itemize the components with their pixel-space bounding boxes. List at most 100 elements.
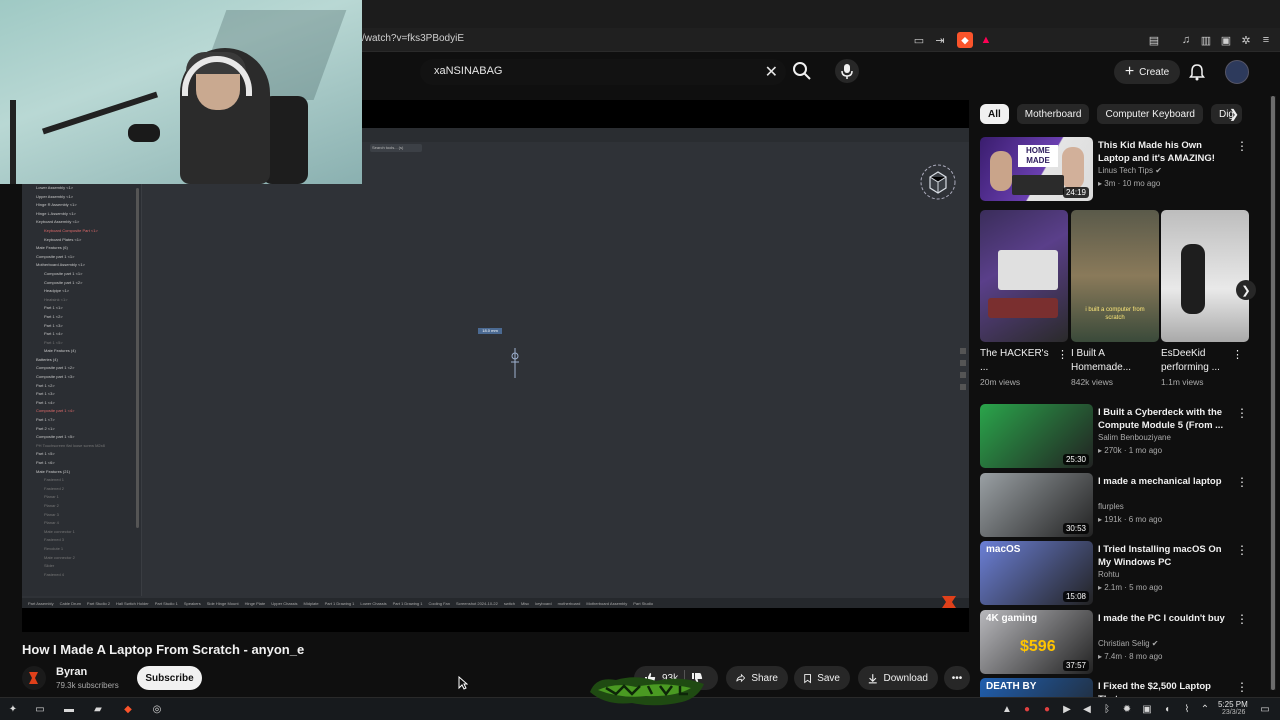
- download-button[interactable]: Download: [858, 666, 938, 690]
- video-title: How I Made A Laptop From Scratch - anyon…: [22, 642, 305, 657]
- webcam-overlay: [0, 0, 362, 184]
- sidebar-icon[interactable]: ▥: [1198, 32, 1214, 48]
- clear-search-icon[interactable]: ✕: [765, 62, 778, 82]
- media-play-icon[interactable]: ▶: [1060, 702, 1074, 716]
- short-menu-kebab-icon[interactable]: ⋮: [1057, 348, 1068, 361]
- video-menu-kebab-icon[interactable]: ⋮: [1236, 612, 1248, 626]
- channel-avatar[interactable]: [22, 666, 46, 690]
- thumbnail-caption: HOME MADE: [1018, 145, 1058, 167]
- cad-tree-row: Fastened 4: [44, 571, 65, 577]
- short-thumbnail[interactable]: [980, 210, 1068, 342]
- video-menu-kebab-icon[interactable]: ⋮: [1236, 680, 1248, 694]
- video-thumbnail[interactable]: 4K gaming $596 37:57: [980, 610, 1093, 674]
- short-item[interactable]: EsDeeKid performing ... 1.1m views ⋮: [1161, 210, 1249, 387]
- create-button[interactable]: + Create: [1114, 60, 1180, 84]
- tray-icon[interactable]: ▲: [1000, 702, 1014, 716]
- reader-mode-icon[interactable]: ▤: [1146, 32, 1162, 48]
- video-menu-kebab-icon[interactable]: ⋮: [1236, 139, 1248, 153]
- network-icon[interactable]: ⌇: [1180, 702, 1194, 716]
- video-title[interactable]: I Built a Cyberdeck with the Compute Mod…: [1098, 406, 1226, 432]
- obs-icon[interactable]: ◎: [150, 702, 164, 716]
- video-thumbnail[interactable]: 25:30: [980, 404, 1093, 468]
- thumbnail-laptop: [1012, 175, 1064, 195]
- video-thumbnail[interactable]: macOS 15:08: [980, 541, 1093, 605]
- filter-chip[interactable]: Motherboard: [1016, 104, 1090, 124]
- more-actions-button[interactable]: •••: [944, 666, 970, 690]
- video-channel: Linus Tech Tips ✔: [1098, 166, 1162, 175]
- media-icon[interactable]: ♫: [1178, 32, 1194, 48]
- recommended-video[interactable]: macOS 15:08 I Tried Installing macOS On My…: [980, 541, 1248, 605]
- video-title[interactable]: This Kid Made his Own Laptop and it's AM…: [1098, 139, 1226, 165]
- cad-document-tab: switch: [503, 600, 515, 606]
- search-input[interactable]: xaNSINABAG: [434, 65, 502, 77]
- tray-status-icon[interactable]: ●: [1040, 702, 1054, 716]
- video-menu-kebab-icon[interactable]: ⋮: [1236, 406, 1248, 420]
- tray-expand-chevron-icon[interactable]: ⌃: [1198, 702, 1212, 716]
- terminal-icon[interactable]: ▬: [62, 702, 76, 716]
- filter-chip[interactable]: Computer Keyboard: [1097, 104, 1203, 124]
- clipboard-icon[interactable]: ▣: [1140, 702, 1154, 716]
- short-item[interactable]: The HACKER's ... 20m views ⋮: [980, 210, 1068, 387]
- cad-document-tab: Part Studio 2: [86, 600, 111, 606]
- cad-document-tab: Upper Chassis: [271, 600, 298, 606]
- wallet-icon[interactable]: ▣: [1218, 32, 1234, 48]
- video-menu-kebab-icon[interactable]: ⋮: [1236, 475, 1248, 489]
- brave-shields-icon[interactable]: ◆: [957, 32, 973, 48]
- extensions-icon[interactable]: ✲: [1238, 32, 1254, 48]
- video-meta: ▸ 7.4m · 8 mo ago: [1098, 652, 1163, 661]
- video-thumbnail[interactable]: 30:53: [980, 473, 1093, 537]
- brave-rewards-icon[interactable]: ▲: [978, 32, 994, 48]
- notifications-bell-icon[interactable]: [1189, 63, 1205, 81]
- brave-browser-icon[interactable]: ◆: [121, 702, 135, 716]
- recommended-video[interactable]: HOME MADE 24:19 This Kid Made his Own La…: [980, 137, 1248, 203]
- bluetooth-icon[interactable]: ᛒ: [1100, 702, 1114, 716]
- show-desktop-icon[interactable]: ▭: [1258, 702, 1272, 716]
- channel-name[interactable]: Byran: [56, 666, 87, 678]
- subscribe-button[interactable]: Subscribe: [137, 666, 202, 690]
- video-views-age: 191k · 6 mo ago: [1104, 515, 1163, 524]
- search-box[interactable]: xaNSINABAG ✕: [420, 59, 786, 85]
- cad-tree-row: Slider: [44, 563, 55, 569]
- recommended-video[interactable]: 30:53 I made a mechanical laptop flurples ▸…: [980, 473, 1248, 537]
- chips-next-chevron-icon[interactable]: ❯: [1226, 106, 1242, 122]
- page-scrollbar-thumb[interactable]: [1271, 96, 1275, 690]
- launcher-icon[interactable]: ✦: [6, 702, 20, 716]
- clock-date[interactable]: 23/3/26: [1222, 709, 1245, 716]
- send-to-device-icon[interactable]: ⇥: [932, 32, 948, 48]
- video-title[interactable]: I made the PC I couldn't buy: [1098, 612, 1226, 625]
- tray-record-icon[interactable]: ●: [1020, 702, 1034, 716]
- recommended-video[interactable]: 25:30 I Built a Cyberdeck with the Comput…: [980, 404, 1248, 468]
- url-text[interactable]: /watch?v=fks3PBodyiE: [362, 33, 464, 44]
- save-button[interactable]: Save: [794, 666, 850, 690]
- short-item[interactable]: i built a computer from scratch I Built …: [1071, 210, 1159, 387]
- app-icon[interactable]: ▰: [91, 702, 105, 716]
- search-button[interactable]: [790, 59, 814, 83]
- cad-tree-row: Part 1 <3>: [36, 391, 55, 397]
- cad-tree-row: Part 2 <1>: [36, 425, 55, 431]
- account-avatar[interactable]: [1225, 60, 1249, 84]
- files-icon[interactable]: ▭: [33, 702, 47, 716]
- audio-device-icon[interactable]: ◖: [1160, 702, 1174, 716]
- share-button[interactable]: Share: [726, 666, 788, 690]
- volume-icon[interactable]: ◀: [1080, 702, 1094, 716]
- video-menu-kebab-icon[interactable]: ⋮: [1236, 543, 1248, 557]
- cad-tree-row: Batteries (4): [36, 356, 58, 362]
- short-title[interactable]: EsDeeKid performing ...: [1161, 347, 1237, 375]
- shorts-next-chevron-icon[interactable]: ❯: [1236, 280, 1256, 300]
- filter-chip[interactable]: All: [980, 104, 1009, 124]
- video-thumbnail[interactable]: HOME MADE 24:19: [980, 137, 1093, 201]
- voice-search-button[interactable]: [835, 59, 859, 83]
- short-title[interactable]: I Built A Homemade...: [1071, 347, 1147, 375]
- browser-menu-icon[interactable]: ≡: [1258, 32, 1274, 48]
- cast-icon[interactable]: ▭: [911, 32, 927, 48]
- short-thumbnail[interactable]: i built a computer from scratch: [1071, 210, 1159, 342]
- clock-time[interactable]: 5:25 PM: [1218, 700, 1248, 709]
- video-title[interactable]: I Tried Installing macOS On My Windows P…: [1098, 543, 1226, 569]
- recommended-video[interactable]: DEATH BYI Fixed the $2,500 Laptop That⋮: [980, 678, 1248, 720]
- video-title[interactable]: I made a mechanical laptop: [1098, 475, 1226, 488]
- recommended-video[interactable]: 4K gaming $596 37:57 I made the PC I couldn…: [980, 610, 1248, 674]
- short-title[interactable]: The HACKER's ...: [980, 347, 1056, 375]
- short-thumbnail[interactable]: [1161, 210, 1249, 342]
- short-menu-kebab-icon[interactable]: ⋮: [1232, 348, 1243, 361]
- brightness-icon[interactable]: ✹: [1120, 702, 1134, 716]
